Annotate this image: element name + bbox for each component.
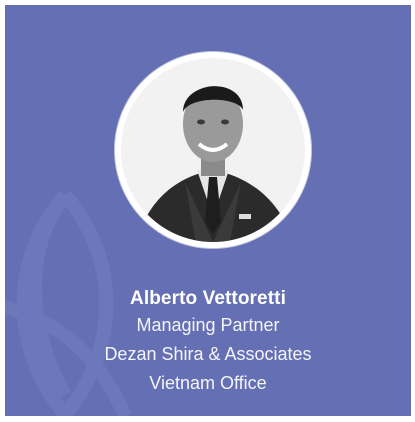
profile-card: Alberto Vettoretti Managing Partner Deza… <box>5 5 411 416</box>
portrait-photo <box>115 52 311 248</box>
avatar <box>115 52 311 248</box>
office-location: Vietnam Office <box>149 373 267 393</box>
company-name: Dezan Shira & Associates <box>104 344 312 364</box>
profile-text: Alberto Vettoretti Managing Partner Deza… <box>5 287 411 398</box>
person-name: Alberto Vettoretti <box>130 288 286 309</box>
job-title: Managing Partner <box>136 315 280 335</box>
